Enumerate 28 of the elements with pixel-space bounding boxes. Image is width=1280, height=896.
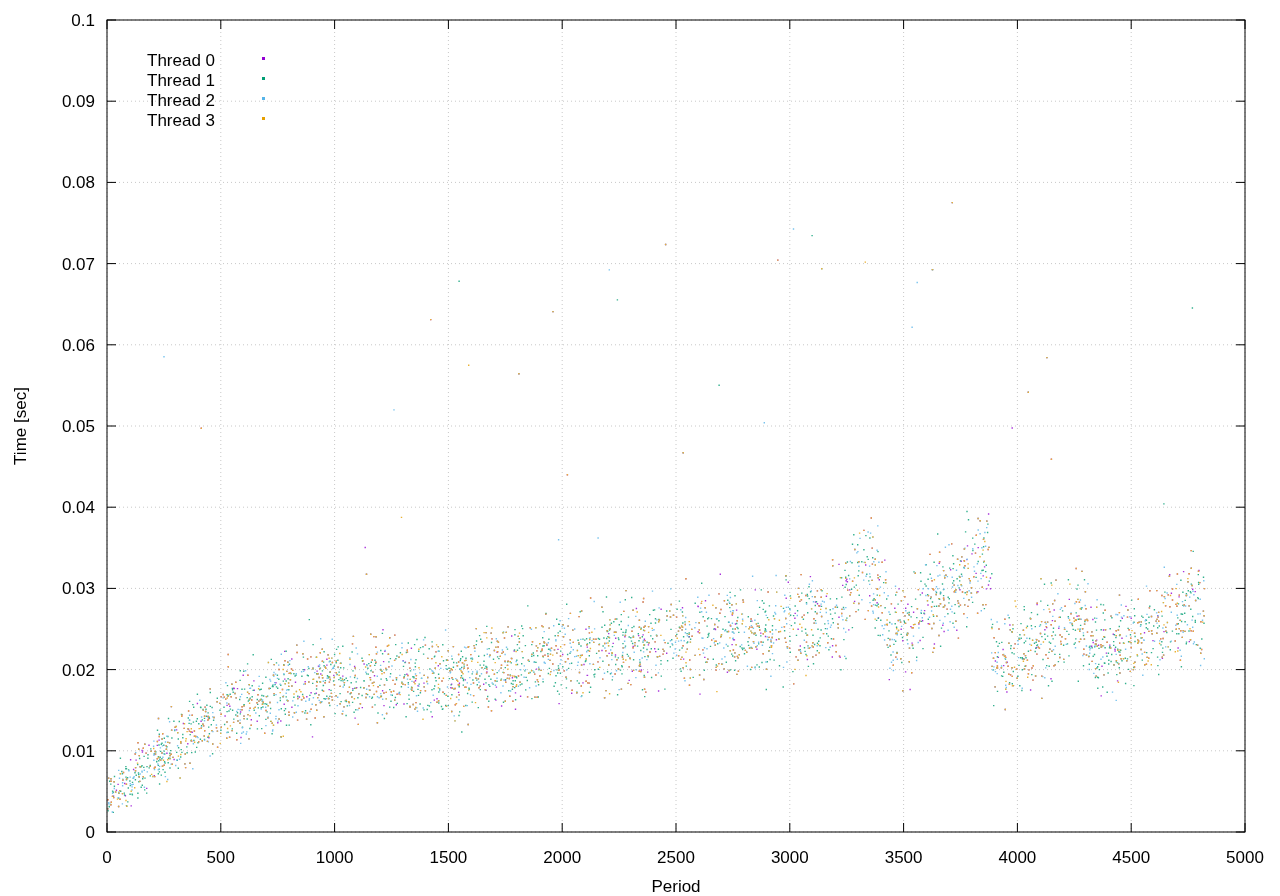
x-tick-label: 1500 — [429, 848, 468, 867]
x-tick-label: 2500 — [657, 848, 695, 867]
y-tick-label: 0.07 — [61, 254, 95, 274]
x-tick-label: 500 — [206, 848, 235, 867]
y-tick-label: 0.09 — [61, 92, 95, 112]
legend-label: Thread 1 — [147, 71, 216, 90]
x-tick-label: 4500 — [1112, 848, 1151, 867]
legend-label: Thread 3 — [147, 111, 216, 130]
x-tick-label: 3000 — [770, 848, 809, 867]
x-tick-label: 1000 — [315, 848, 354, 867]
y-tick-label: 0.03 — [61, 579, 95, 599]
y-tick-label: 0.05 — [61, 417, 95, 436]
x-tick-label: 3500 — [884, 848, 923, 867]
y-tick-label: 0.06 — [61, 335, 95, 355]
y-tick-label: 0.04 — [61, 498, 95, 518]
x-tick-label: 0 — [102, 848, 112, 867]
x-tick-label: 5000 — [1226, 848, 1264, 867]
x-tick-label: 2000 — [543, 848, 582, 867]
y-tick-label: 0.01 — [61, 741, 95, 761]
y-axis-title: Time [sec] — [11, 387, 30, 465]
y-tick-label: 0 — [85, 823, 95, 842]
x-axis-title: Period — [651, 877, 701, 896]
legend-label: Thread 0 — [147, 51, 216, 70]
y-tick-label: 0.02 — [61, 660, 95, 680]
y-tick-label: 0.08 — [61, 173, 95, 193]
x-tick-label: 4000 — [998, 848, 1037, 867]
legend-label: Thread 2 — [147, 91, 216, 110]
y-tick-label: 0.1 — [71, 11, 95, 30]
